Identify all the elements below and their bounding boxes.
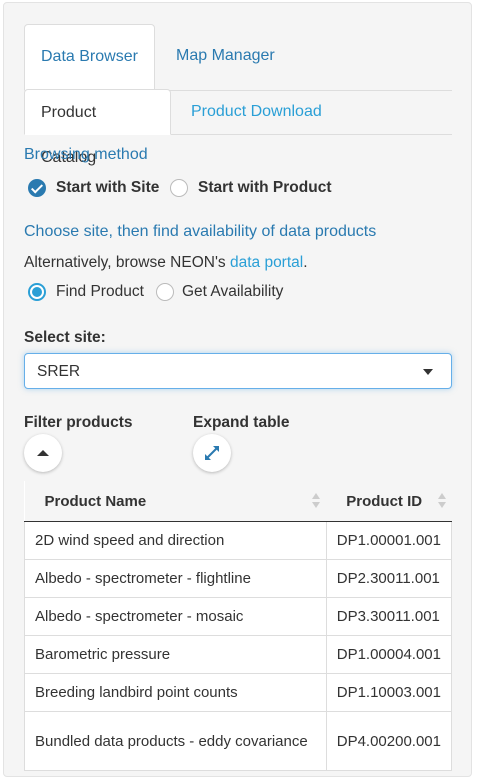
expand-table-button[interactable] bbox=[193, 434, 231, 472]
sub-tabs: Product Catalog Product Download bbox=[24, 89, 452, 166]
radio-label: Start with Product bbox=[198, 179, 332, 196]
product-id-cell: DP2.30011.001 bbox=[325, 559, 453, 598]
col-product-id[interactable]: Product ID bbox=[326, 481, 452, 522]
product-name-cell: Albedo - spectrometer - flightline bbox=[24, 559, 327, 598]
products-table: Product Name Product ID 2D wind speed an… bbox=[24, 481, 453, 771]
expand-arrows-icon bbox=[205, 446, 219, 460]
product-name-cell: Albedo - spectrometer - mosaic bbox=[24, 597, 327, 636]
sort-icon[interactable] bbox=[437, 493, 446, 509]
table-row[interactable]: Bundled data products - eddy covariance … bbox=[24, 711, 453, 771]
radio-find-product[interactable]: Find Product bbox=[28, 283, 144, 301]
product-name-cell: Barometric pressure bbox=[24, 635, 327, 674]
radio-label: Get Availability bbox=[182, 283, 284, 300]
site-select[interactable]: SRER bbox=[24, 353, 452, 389]
radio-start-with-product[interactable]: Start with Product bbox=[170, 179, 331, 197]
table-row[interactable]: Albedo - spectrometer - mosaic DP3.30011… bbox=[24, 597, 453, 636]
product-id-cell: DP4.00200.001 bbox=[325, 711, 453, 771]
product-id-cell: DP1.00004.001 bbox=[325, 635, 453, 674]
sidebar-panel: Data Browser Map Manager Product Catalog… bbox=[3, 2, 472, 777]
filter-toggle-button[interactable] bbox=[24, 434, 62, 472]
product-name-cell: 2D wind speed and direction bbox=[24, 521, 327, 560]
table-row[interactable]: Breeding landbird point counts DP1.10003… bbox=[24, 673, 453, 712]
table-row[interactable]: Albedo - spectrometer - flightline DP2.3… bbox=[24, 559, 453, 598]
choose-site-heading: Choose site, then find availability of d… bbox=[24, 223, 377, 240]
product-name-cell: Bundled data products - eddy covariance bbox=[24, 711, 327, 771]
header-label: Product Name bbox=[44, 492, 147, 510]
filter-products-label: Filter products bbox=[24, 414, 133, 431]
col-product-name[interactable]: Product Name bbox=[24, 481, 327, 522]
main-tabs: Data Browser Map Manager bbox=[24, 24, 452, 91]
product-id-cell: DP1.00001.001 bbox=[325, 521, 453, 560]
tab-map-manager[interactable]: Map Manager bbox=[160, 24, 291, 90]
select-site-label: Select site: bbox=[24, 329, 106, 346]
radio-start-with-site[interactable]: Start with Site bbox=[28, 179, 159, 197]
radio-unchecked-icon[interactable] bbox=[170, 179, 188, 197]
product-id-cell: DP1.10003.001 bbox=[325, 673, 453, 712]
product-id-cell: DP3.30011.001 bbox=[325, 597, 453, 636]
site-select-value: SRER bbox=[37, 363, 81, 380]
chevron-up-icon bbox=[37, 450, 49, 456]
tab-product-catalog[interactable]: Product Catalog bbox=[24, 89, 171, 166]
browsing-method-heading: Browsing method bbox=[24, 146, 148, 163]
table-row[interactable]: 2D wind speed and direction DP1.00001.00… bbox=[24, 521, 453, 560]
radio-unchecked-icon[interactable] bbox=[156, 283, 174, 301]
sort-icon[interactable] bbox=[312, 493, 321, 509]
alt-browse-text: Alternatively, browse NEON's data portal… bbox=[24, 254, 308, 272]
alt-prefix: Alternatively, browse NEON's bbox=[24, 254, 230, 271]
radio-get-availability[interactable]: Get Availability bbox=[156, 283, 283, 301]
radio-label: Start with Site bbox=[56, 179, 160, 196]
radio-label: Find Product bbox=[56, 283, 144, 300]
alt-suffix: . bbox=[303, 254, 308, 271]
data-portal-link[interactable]: data portal bbox=[230, 254, 303, 271]
radio-checked-icon[interactable] bbox=[28, 283, 46, 301]
table-header-row: Product Name Product ID bbox=[24, 481, 452, 522]
tab-product-download[interactable]: Product Download bbox=[175, 89, 338, 134]
header-label: Product ID bbox=[346, 492, 423, 510]
checkbox-checked-icon[interactable] bbox=[28, 179, 46, 197]
table-row[interactable]: Barometric pressure DP1.00004.001 bbox=[24, 635, 453, 674]
tab-data-browser[interactable]: Data Browser bbox=[24, 24, 155, 91]
product-name-cell: Breeding landbird point counts bbox=[24, 673, 327, 712]
expand-table-label: Expand table bbox=[193, 414, 290, 431]
caret-down-icon bbox=[423, 369, 433, 375]
